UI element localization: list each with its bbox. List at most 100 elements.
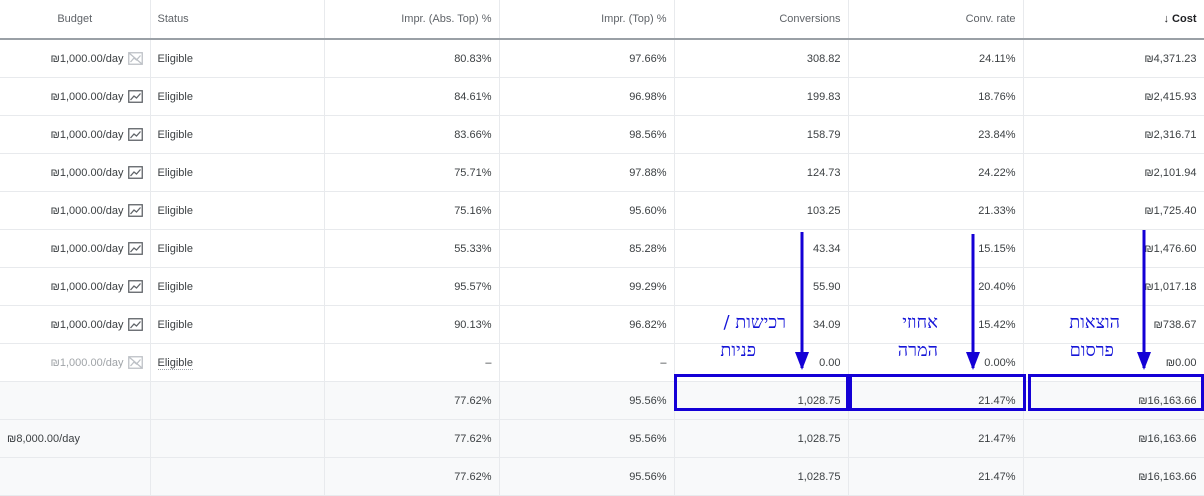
conv-rate-cell: 23.84%	[848, 115, 1024, 154]
budget-cell[interactable]: ₪1,000.00/day	[0, 77, 151, 116]
budget-cell[interactable]: ₪1,000.00/day	[0, 115, 151, 154]
summary-budget-cell	[0, 457, 151, 496]
header-cost[interactable]: ↓ Cost	[1023, 0, 1204, 40]
impr-abs-top-cell: 90.13%	[324, 305, 500, 344]
budget-value[interactable]: ₪1,000.00/day	[51, 319, 124, 331]
budget-value[interactable]: ₪1,000.00/day	[51, 129, 124, 141]
cost-cell: ₪1,017.18	[1023, 267, 1204, 306]
impr-top-cell: 97.88%	[499, 153, 675, 192]
impr-top-cell: 96.82%	[499, 305, 675, 344]
budget-value[interactable]: ₪1,000.00/day	[51, 243, 124, 255]
status-text: Eligible	[157, 166, 193, 179]
budget-value[interactable]: ₪1,000.00/day	[51, 167, 124, 179]
status-cell: Eligible	[150, 77, 325, 116]
table-row[interactable]: ₪1,000.00/day Eligible 80.83% 97.66% 308.82 2…	[0, 39, 1204, 78]
annotation-cost: הוצאות פרסום	[1050, 309, 1120, 365]
summary-row: ₪8,000.00/day 77.62% 95.56% 1,028.75 21.47% ₪…	[0, 419, 1204, 458]
impr-abs-top-cell: 95.57%	[324, 267, 500, 306]
conversions-cell: 158.79	[674, 115, 849, 154]
trend-chart-icon[interactable]	[127, 166, 143, 179]
trend-chart-icon[interactable]	[127, 90, 143, 103]
cost-cell: ₪1,725.40	[1023, 191, 1204, 230]
conversions-cell: 55.90	[674, 267, 849, 306]
table-row[interactable]: ₪1,000.00/day Eligible 83.66% 98.56% 158.79 2…	[0, 115, 1204, 154]
table-row[interactable]: ₪1,000.00/day Eligible 75.71% 97.88% 124.73 2…	[0, 153, 1204, 192]
table-row[interactable]: ₪1,000.00/day Eligible 84.61% 96.98% 199.83 1…	[0, 77, 1204, 116]
highlight-box-cost	[1028, 374, 1204, 411]
budget-cell[interactable]: ₪1,000.00/day	[0, 39, 151, 78]
impr-abs-top-cell: 83.66%	[324, 115, 500, 154]
chart-disabled-icon[interactable]	[127, 52, 143, 65]
table-row[interactable]: ₪1,000.00/day Eligible 90.13% 96.82% 34.09 15…	[0, 305, 1204, 344]
status-cell: Eligible	[150, 39, 325, 78]
annotation-conv-rate-line1: אחוזי	[902, 312, 938, 333]
header-conv-rate[interactable]: Conv. rate	[848, 0, 1024, 40]
summary-impr-top: 95.56%	[499, 419, 675, 458]
summary-budget-cell	[0, 381, 151, 420]
cost-cell: ₪2,101.94	[1023, 153, 1204, 192]
trend-chart-icon[interactable]	[127, 204, 143, 217]
status-cell: Eligible	[150, 115, 325, 154]
trend-chart-icon[interactable]	[127, 318, 143, 331]
conv-rate-cell: 24.22%	[848, 153, 1024, 192]
budget-cell[interactable]: ₪1,000.00/day	[0, 343, 151, 382]
budget-cell[interactable]: ₪1,000.00/day	[0, 267, 151, 306]
table-row[interactable]: ₪1,000.00/day Eligible 55.33% 85.28% 43.34 15…	[0, 229, 1204, 268]
summary-budget-cell: ₪8,000.00/day	[0, 419, 151, 458]
summary-row: 77.62% 95.56% 1,028.75 21.47% ₪16,163.66	[0, 457, 1204, 496]
impr-abs-top-cell: 75.16%	[324, 191, 500, 230]
budget-value[interactable]: ₪1,000.00/day	[51, 53, 124, 65]
campaign-table: Budget Status Impr. (Abs. Top) % Impr. (…	[0, 0, 1204, 496]
status-text: Eligible	[157, 242, 193, 255]
impr-top-cell: 97.66%	[499, 39, 675, 78]
table-row[interactable]: ₪1,000.00/day Eligible 75.16% 95.60% 103.25 2…	[0, 191, 1204, 230]
header-budget[interactable]: Budget	[0, 0, 151, 40]
annotation-conversions-line2: פניות	[720, 340, 756, 361]
budget-value[interactable]: ₪1,000.00/day	[51, 357, 124, 369]
impr-top-cell: 95.60%	[499, 191, 675, 230]
budget-value[interactable]: ₪1,000.00/day	[51, 91, 124, 103]
budget-value[interactable]: ₪1,000.00/day	[51, 205, 124, 217]
status-cell: Eligible	[150, 343, 325, 382]
summary-conv-rate: 21.47%	[848, 419, 1024, 458]
status-text: Eligible	[157, 204, 193, 217]
impr-top-cell: 99.29%	[499, 267, 675, 306]
trend-chart-icon[interactable]	[127, 280, 143, 293]
budget-cell[interactable]: ₪1,000.00/day	[0, 305, 151, 344]
cost-cell: ₪4,371.23	[1023, 39, 1204, 78]
summary-cost: ₪16,163.66	[1023, 457, 1204, 496]
cost-cell: ₪2,415.93	[1023, 77, 1204, 116]
table-row[interactable]: ₪1,000.00/day Eligible 95.57% 99.29% 55.90 20…	[0, 267, 1204, 306]
summary-status-cell	[150, 457, 325, 496]
summary-conversions: 1,028.75	[674, 419, 849, 458]
status-cell: Eligible	[150, 229, 325, 268]
header-impr-top[interactable]: Impr. (Top) %	[499, 0, 675, 40]
impr-top-cell: 85.28%	[499, 229, 675, 268]
trend-chart-icon[interactable]	[127, 128, 143, 141]
cost-cell: ₪1,476.60	[1023, 229, 1204, 268]
budget-cell[interactable]: ₪1,000.00/day	[0, 191, 151, 230]
budget-cell[interactable]: ₪1,000.00/day	[0, 229, 151, 268]
impr-abs-top-cell: 55.33%	[324, 229, 500, 268]
status-text: Eligible	[157, 128, 193, 141]
header-status[interactable]: Status	[150, 0, 325, 40]
conv-rate-cell: 18.76%	[848, 77, 1024, 116]
conv-rate-cell: 21.33%	[848, 191, 1024, 230]
summary-impr-top: 95.56%	[499, 457, 675, 496]
budget-cell[interactable]: ₪1,000.00/day	[0, 153, 151, 192]
impr-top-cell: –	[499, 343, 675, 382]
impr-abs-top-cell: –	[324, 343, 500, 382]
header-cost-label: Cost	[1172, 13, 1197, 25]
chart-disabled-icon[interactable]	[127, 356, 143, 369]
table-header-row: Budget Status Impr. (Abs. Top) % Impr. (…	[0, 0, 1204, 40]
annotation-cost-line1: הוצאות	[1069, 312, 1120, 333]
status-cell: Eligible	[150, 267, 325, 306]
header-impr-abs-top[interactable]: Impr. (Abs. Top) %	[324, 0, 500, 40]
annotation-conversions-line1: רכישות /	[723, 312, 786, 333]
budget-value[interactable]: ₪1,000.00/day	[51, 281, 124, 293]
conversions-cell: 308.82	[674, 39, 849, 78]
status-text: Eligible	[157, 356, 193, 370]
summary-impr-abs-top: 77.62%	[324, 381, 500, 420]
header-conversions[interactable]: Conversions	[674, 0, 849, 40]
trend-chart-icon[interactable]	[127, 242, 143, 255]
